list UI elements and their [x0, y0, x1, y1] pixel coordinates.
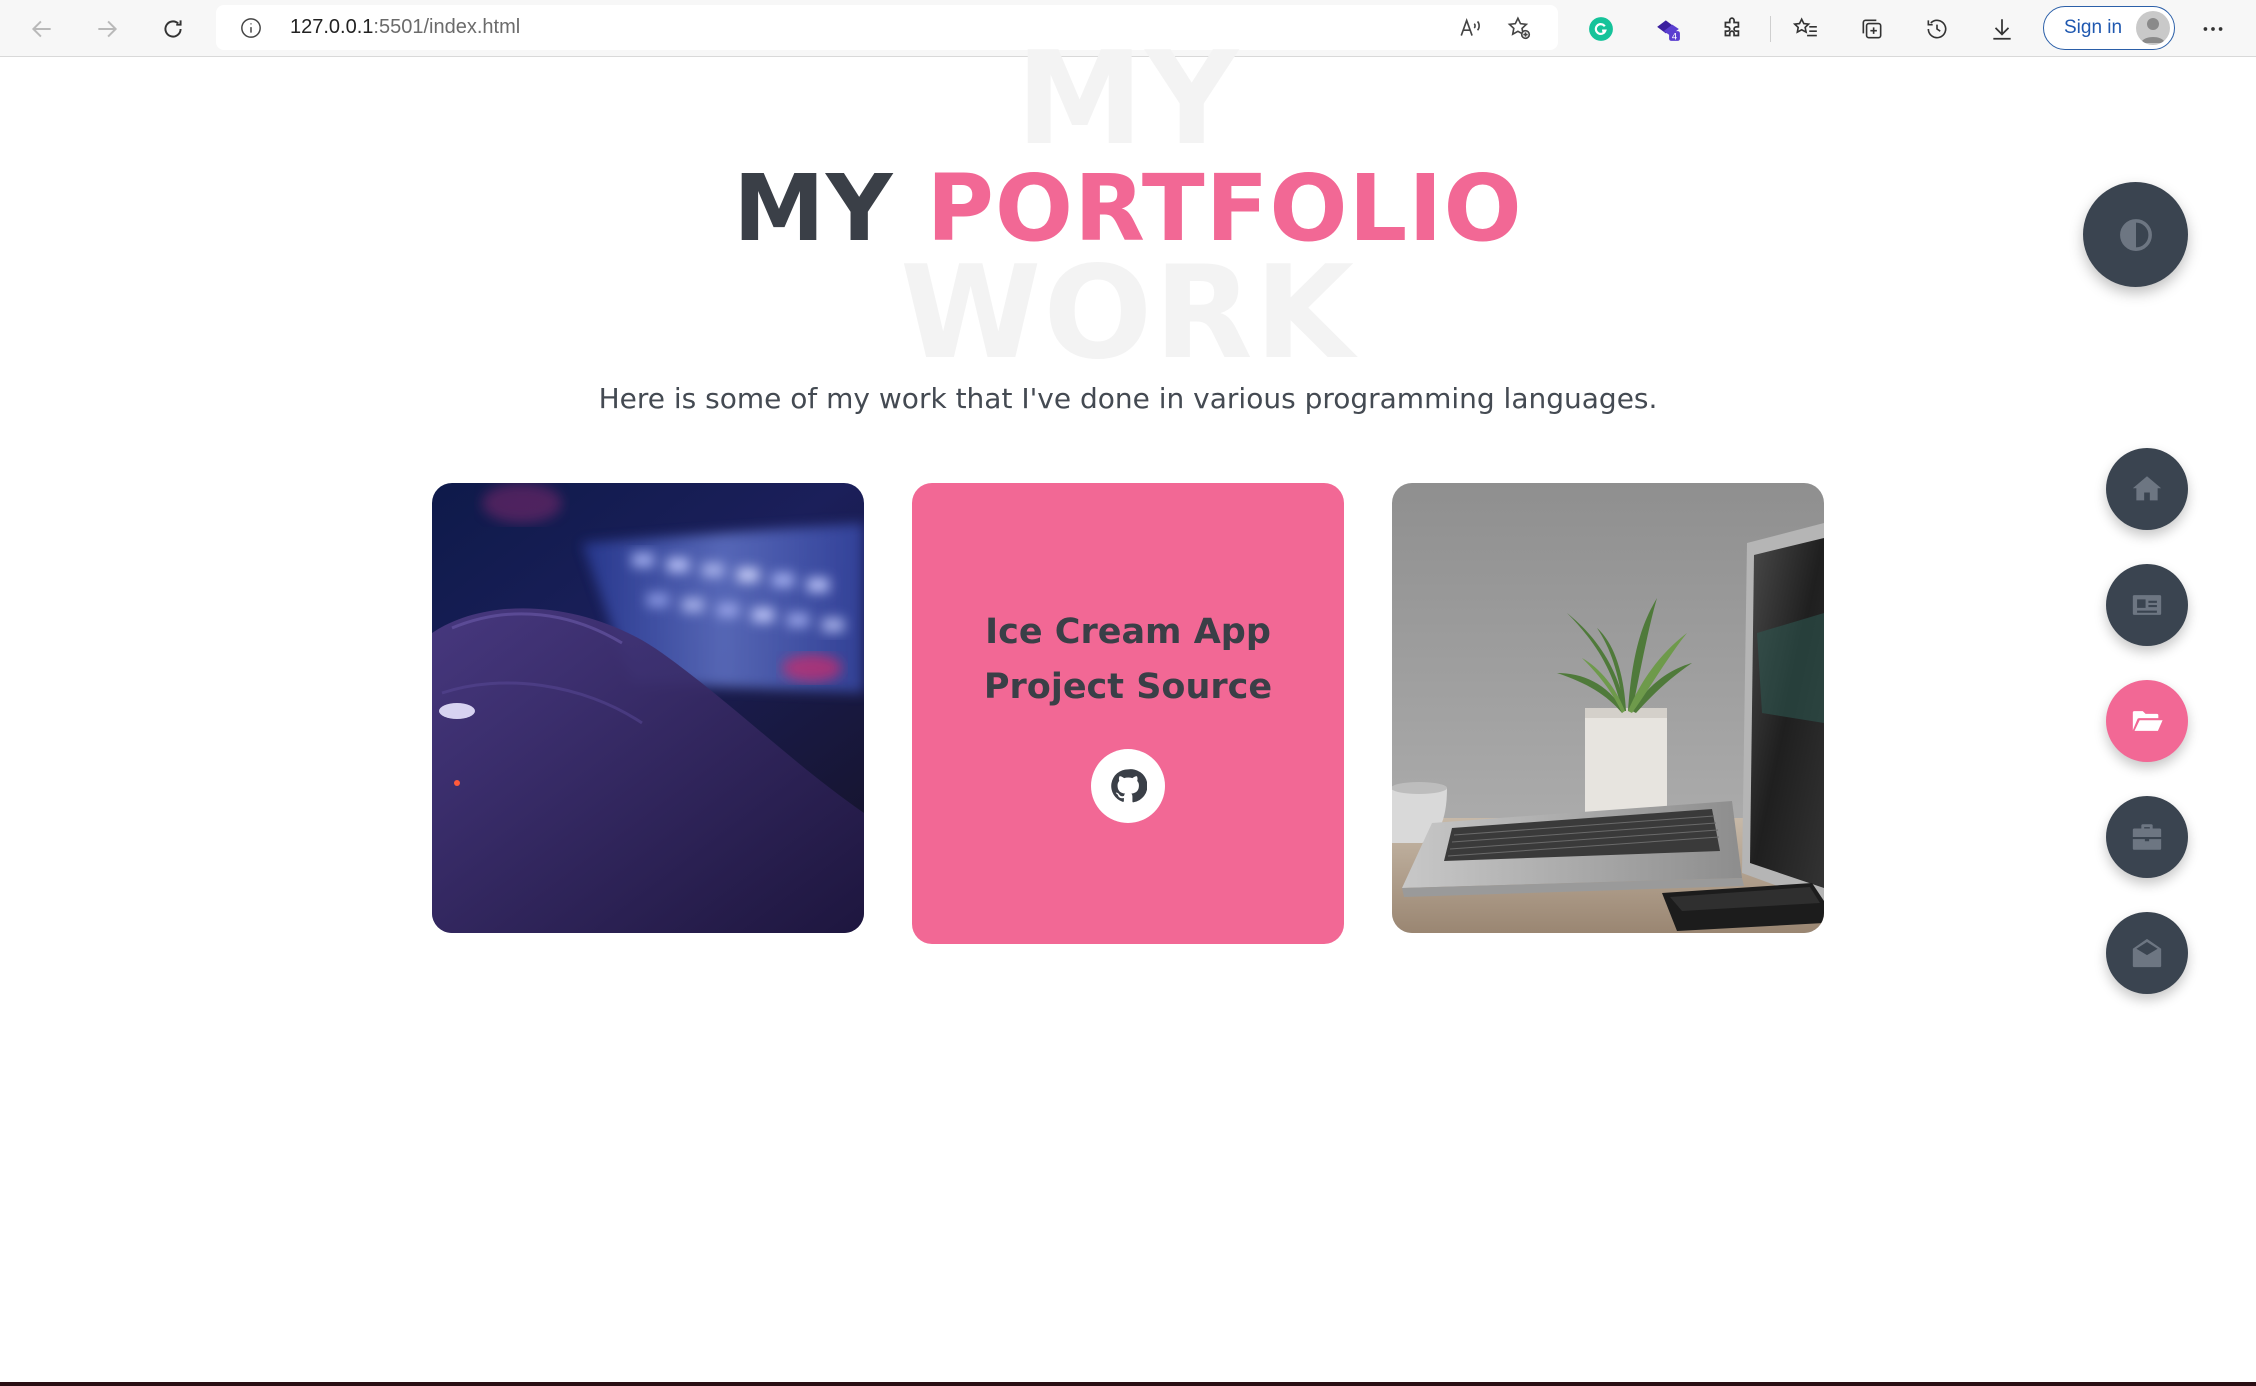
add-favorite-icon[interactable] — [1506, 15, 1532, 41]
portfolio-page: MY WORK MY PORTFOLIO Here is some of my … — [0, 36, 2256, 1386]
extension-diamond-icon: 4 — [1657, 20, 1680, 42]
sign-in-label: Sign in — [2064, 17, 2123, 38]
background-title-line-1: MY — [1015, 25, 1241, 174]
extension-badge-button[interactable]: 4 — [1647, 8, 1689, 50]
grammarly-icon — [1589, 17, 1613, 41]
theme-toggle-button[interactable] — [2083, 182, 2188, 287]
url-text[interactable]: 127.0.0.1:5501/index.html — [290, 16, 520, 39]
nav-experience-button[interactable] — [2106, 796, 2188, 878]
nav-contact-button[interactable] — [2106, 912, 2188, 994]
info-icon[interactable] — [240, 17, 262, 39]
forward-button[interactable] — [86, 8, 128, 50]
extensions-button[interactable] — [1712, 8, 1754, 50]
page-title-portfolio: PORTFOLIO — [926, 155, 1523, 262]
portfolio-card-2[interactable]: Ice Cream App Project Source — [912, 483, 1344, 944]
page-title: MY PORTFOLIO — [0, 154, 2256, 264]
portfolio-card-1[interactable] — [432, 483, 864, 933]
reload-button[interactable] — [152, 8, 194, 50]
grammarly-extension-button[interactable] — [1580, 8, 1622, 50]
extension-badge-count: 4 — [1672, 32, 1678, 42]
settings-menu-button[interactable] — [2192, 8, 2234, 50]
id-card-icon — [2132, 595, 2162, 615]
sign-in-button[interactable]: Sign in — [2043, 6, 2175, 50]
laptop-and-plant-photo — [1392, 483, 1824, 933]
page-subtitle: Here is some of my work that I've done i… — [598, 382, 1658, 415]
nav-home-button[interactable] — [2106, 448, 2188, 530]
github-icon — [1111, 769, 1147, 803]
collections-icon — [1862, 19, 1882, 39]
project-title: Ice Cream App Project Source — [983, 612, 1273, 707]
history-button[interactable] — [1916, 8, 1958, 50]
more-dots-icon — [2203, 27, 2223, 31]
toolbar-divider — [1770, 16, 1771, 42]
background-title-line-2: WORK — [900, 239, 1356, 388]
arrow-left-icon — [31, 20, 51, 38]
nav-portfolio-button[interactable] — [2106, 680, 2188, 762]
collections-button[interactable] — [1851, 8, 1893, 50]
address-bar[interactable]: 127.0.0.1:5501/index.html — [216, 5, 1558, 50]
url-path: :5501/index.html — [373, 16, 521, 38]
downloads-button[interactable] — [1981, 8, 2023, 50]
nav-about-button[interactable] — [2106, 564, 2188, 646]
portfolio-card-3[interactable] — [1392, 483, 1824, 933]
arrow-right-icon — [98, 20, 118, 38]
home-icon — [2132, 476, 2162, 501]
briefcase-icon — [2132, 824, 2162, 850]
favorites-button[interactable] — [1785, 8, 1827, 50]
download-icon — [1993, 19, 2011, 40]
url-host: 127.0.0.1 — [290, 16, 374, 38]
contrast-icon — [2119, 218, 2152, 251]
back-button[interactable] — [21, 8, 63, 50]
profile-avatar-icon — [2136, 11, 2170, 45]
page-title-my: MY — [733, 155, 894, 262]
puzzle-icon — [1724, 17, 1740, 37]
github-link-button[interactable] — [1091, 749, 1165, 823]
history-icon — [1927, 19, 1947, 39]
favorites-list-icon — [1793, 17, 1817, 37]
bottom-edge — [0, 1382, 2256, 1386]
read-aloud-icon[interactable] — [1458, 15, 1484, 41]
reload-icon — [164, 20, 182, 38]
folder-open-icon — [2132, 711, 2163, 731]
hand-on-keyboard-photo — [432, 483, 864, 933]
envelope-open-icon — [2132, 938, 2162, 968]
